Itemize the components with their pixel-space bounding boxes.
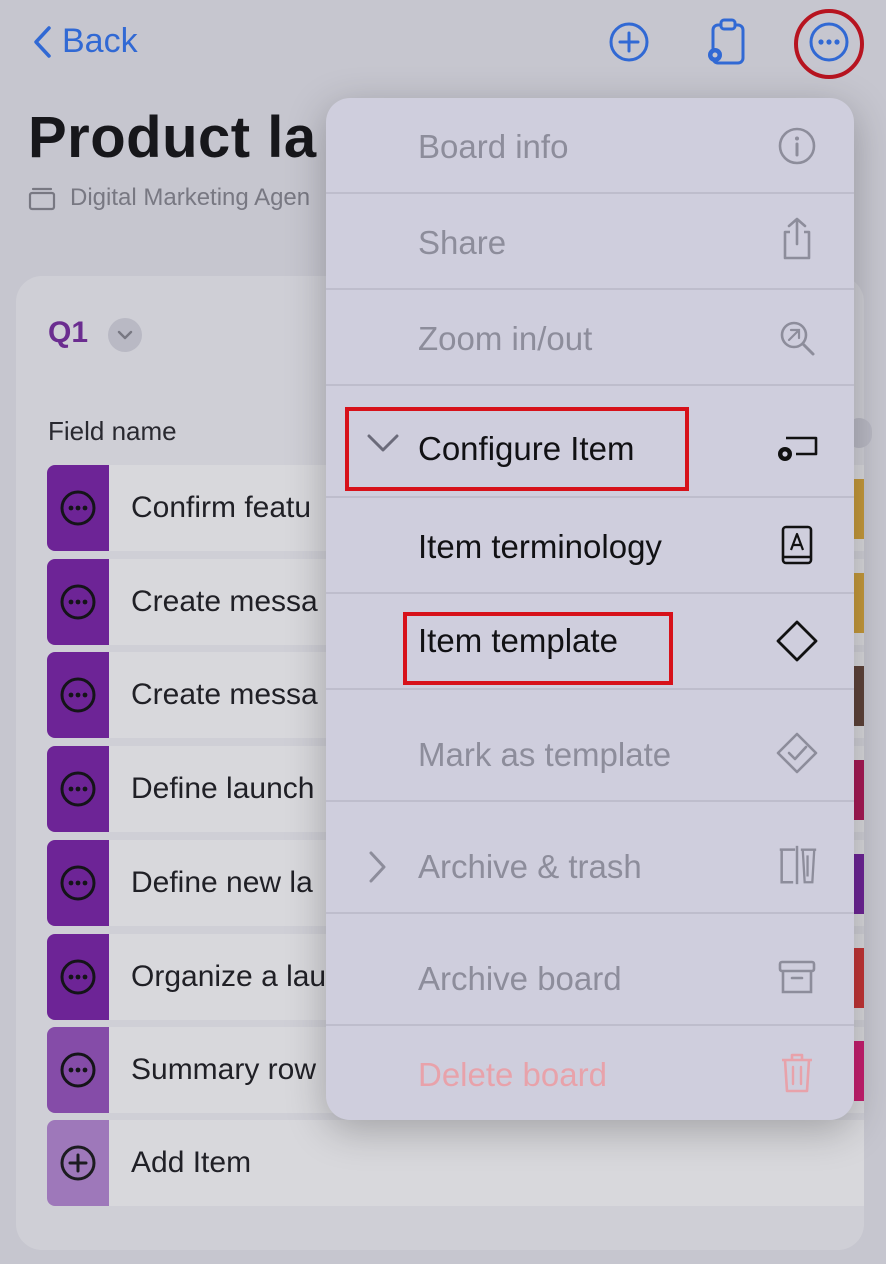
menu-item-zoom[interactable]: Zoom in/out: [326, 290, 854, 386]
menu-item-label: Zoom in/out: [418, 320, 593, 357]
zoom-icon: [774, 315, 820, 361]
board-options-menu: Board info Share Zoom in/out Configure I…: [326, 98, 854, 1120]
archive-trash-icon: [774, 842, 820, 888]
menu-item-share[interactable]: Share: [326, 194, 854, 290]
menu-item-label: Archive board: [418, 960, 622, 997]
menu-item-label: Share: [418, 224, 507, 261]
menu-item-archive-trash[interactable]: Archive & trash: [326, 802, 854, 914]
menu-item-delete-board[interactable]: Delete board: [326, 1026, 854, 1120]
book-icon: [774, 522, 820, 568]
archive-box-icon: [774, 954, 820, 1000]
menu-item-item-terminology[interactable]: Item terminology: [326, 498, 854, 594]
menu-item-label: Item terminology: [418, 528, 662, 565]
diamond-check-icon: [774, 730, 820, 776]
menu-item-board-info[interactable]: Board info: [326, 98, 854, 194]
menu-item-mark-as-template[interactable]: Mark as template: [326, 690, 854, 802]
configure-item-highlight: [345, 407, 689, 491]
trash-icon: [774, 1050, 820, 1096]
info-icon: [774, 123, 820, 169]
menu-item-archive-board[interactable]: Archive board: [326, 914, 854, 1026]
menu-item-label: Archive & trash: [418, 848, 642, 885]
configure-item-icon: [774, 426, 820, 472]
menu-item-label: Delete board: [418, 1056, 607, 1093]
share-icon: [774, 216, 820, 262]
chevron-right-icon: [366, 850, 388, 889]
item-template-highlight: [403, 612, 673, 685]
menu-item-label: Mark as template: [418, 736, 672, 773]
diamond-icon: [774, 618, 820, 664]
menu-item-label: Board info: [418, 128, 569, 165]
